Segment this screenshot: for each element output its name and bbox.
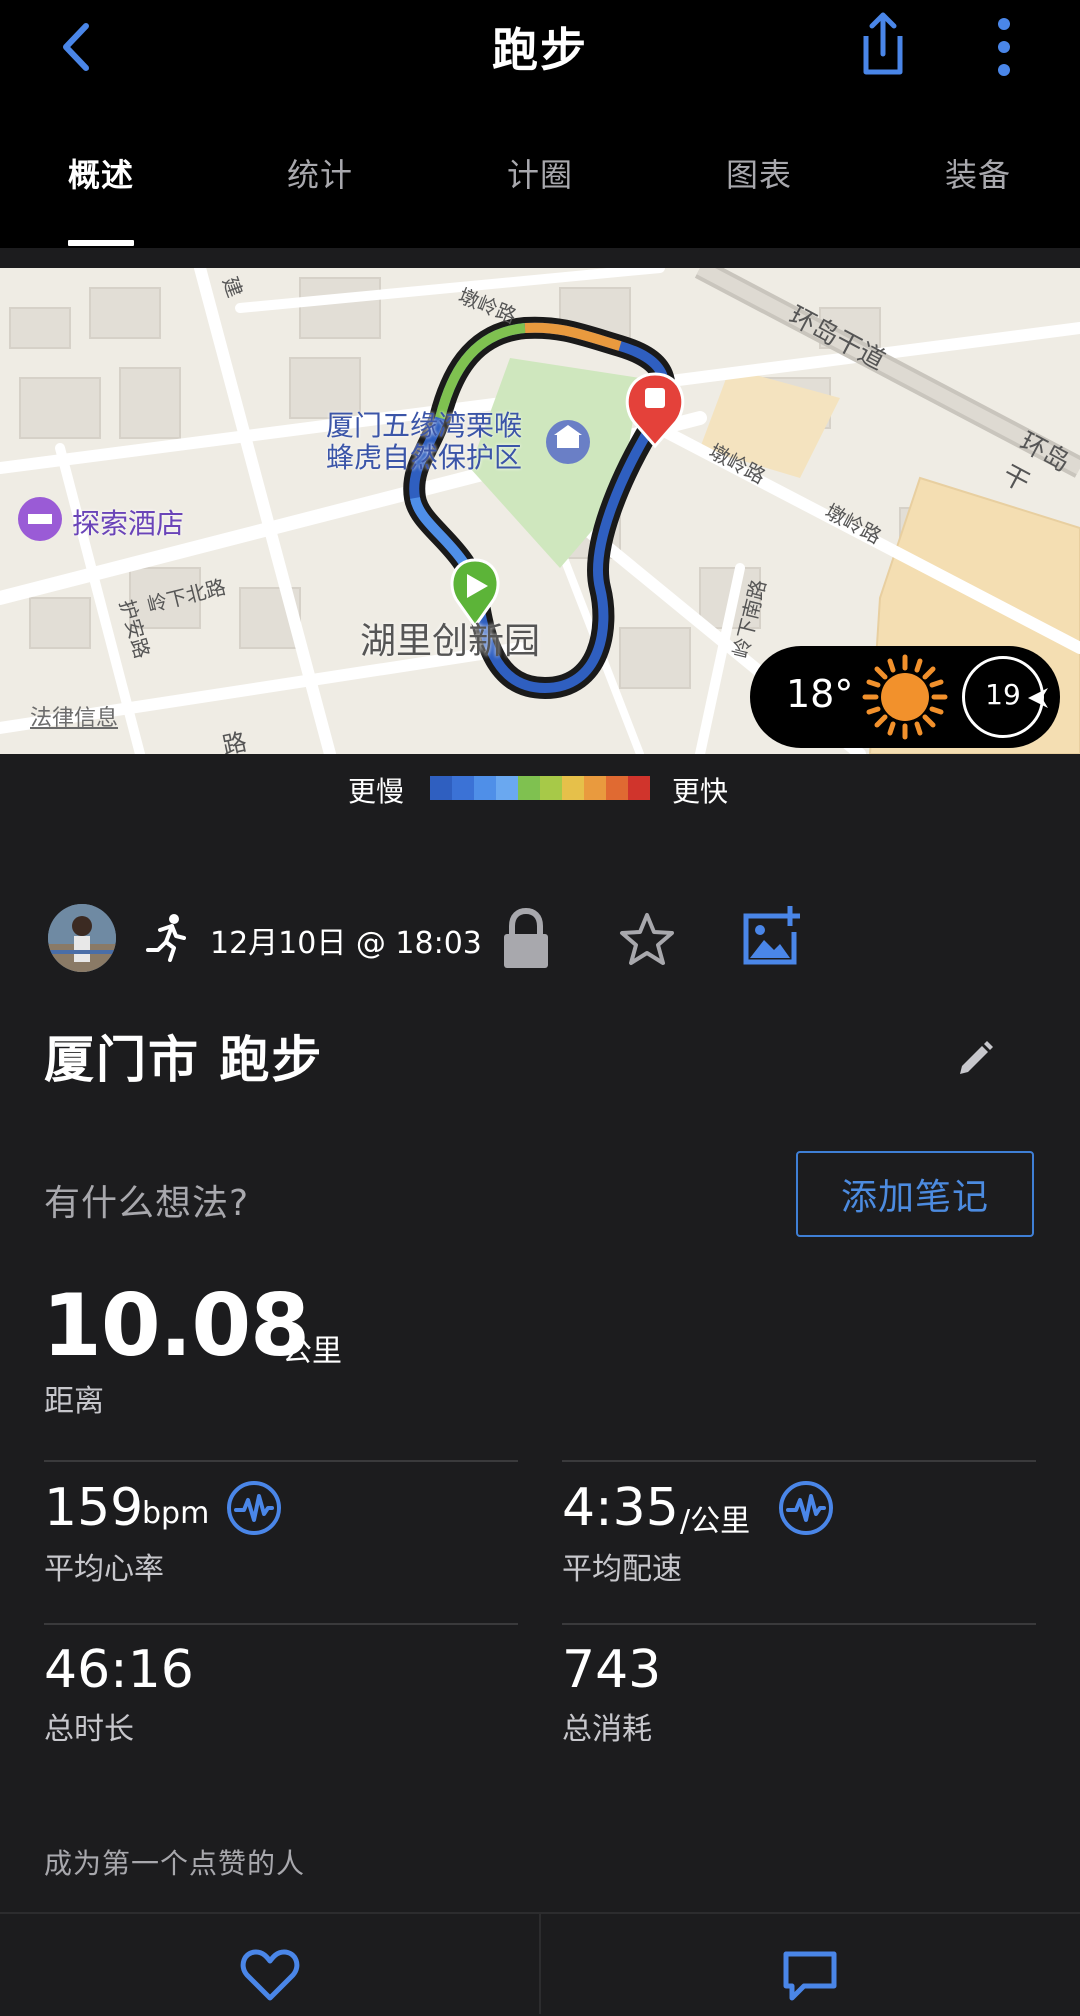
legend-color-swatch (452, 776, 474, 800)
legend-faster-label: 更快 (672, 775, 729, 808)
legend-color-swatch (518, 776, 540, 800)
legend-color-swatch (562, 776, 584, 800)
pace-label: 平均配速 (562, 1552, 682, 1587)
share-button[interactable] (840, 6, 920, 86)
legend-color-swatch (474, 776, 496, 800)
legend-color-swatch (540, 776, 562, 800)
calories-value: 743 (562, 1640, 662, 1700)
avatar[interactable] (48, 904, 116, 972)
divider (539, 1912, 541, 2014)
more-vertical-icon (998, 18, 1010, 76)
active-tab-indicator (68, 240, 134, 246)
divider (44, 1460, 518, 1462)
legal-info-link[interactable]: 法律信息 (30, 700, 118, 732)
sun-icon (862, 654, 948, 740)
heart-rate-label: 平均心率 (44, 1552, 164, 1587)
wind-direction-icon (1028, 688, 1048, 708)
activity-name: 厦门市 跑步 (44, 1031, 324, 1089)
star-icon[interactable] (618, 910, 676, 968)
share-icon (863, 12, 903, 75)
divider (562, 1460, 1036, 1462)
add-note-button[interactable]: 添加笔记 (796, 1151, 1034, 1237)
divider (562, 1623, 1036, 1625)
map-label-park: 厦门五缘湾栗喉 蜂虎自然保护区 (326, 410, 522, 474)
heart-rate-value: 159 (44, 1478, 144, 1538)
pencil-icon[interactable] (956, 1038, 996, 1078)
heart-rate-wave-icon[interactable] (226, 1480, 282, 1536)
distance-unit: 公里 (282, 1334, 342, 1369)
activity-datetime: 12月10日 @ 18:03 (210, 926, 482, 961)
map-label-hotel: 探索酒店 (72, 507, 185, 540)
pace-unit: /公里 (680, 1504, 751, 1539)
heart-icon[interactable] (240, 1948, 300, 2002)
duration-value: 46:16 (44, 1640, 194, 1700)
tab-gear[interactable]: 装备 (898, 150, 1058, 196)
legend-color-swatch (430, 776, 452, 800)
distance-value: 10.08 (42, 1276, 310, 1376)
legend-color-swatch (606, 776, 628, 800)
legend-color-swatch (584, 776, 606, 800)
comment-icon[interactable] (780, 1948, 840, 2002)
map-label-innovation-park: 湖里创新园 (360, 621, 541, 662)
duration-label: 总时长 (44, 1712, 134, 1747)
heart-rate-unit: bpm (142, 1496, 210, 1531)
tab-laps[interactable]: 计圈 (460, 150, 620, 196)
map-label-park-line1: 厦门五缘湾栗喉 (326, 409, 523, 442)
avatar-image (48, 904, 116, 972)
likes-text: 成为第一个点赞的人 (44, 1847, 306, 1880)
legend-color-swatch (496, 776, 518, 800)
add-photo-icon[interactable] (740, 904, 802, 966)
distance-label: 距离 (44, 1384, 104, 1419)
pace-wave-icon[interactable] (778, 1480, 834, 1536)
more-options-button[interactable] (976, 10, 1036, 80)
notes-prompt: 有什么想法? (44, 1183, 250, 1224)
lock-icon[interactable] (500, 908, 552, 970)
temperature: 18° (786, 672, 854, 716)
divider (44, 1623, 518, 1625)
tab-overview[interactable]: 概述 (21, 150, 181, 196)
tab-statistics[interactable]: 统计 (240, 150, 400, 196)
map-label-park-line2: 蜂虎自然保护区 (326, 441, 523, 474)
tab-charts[interactable]: 图表 (679, 150, 839, 196)
calories-label: 总消耗 (562, 1712, 652, 1747)
pace-legend-bar (430, 776, 650, 800)
running-person-icon (146, 914, 186, 962)
pace-value: 4:35 (562, 1478, 679, 1538)
legend-slower-label: 更慢 (348, 775, 405, 808)
legend-color-swatch (628, 776, 650, 800)
